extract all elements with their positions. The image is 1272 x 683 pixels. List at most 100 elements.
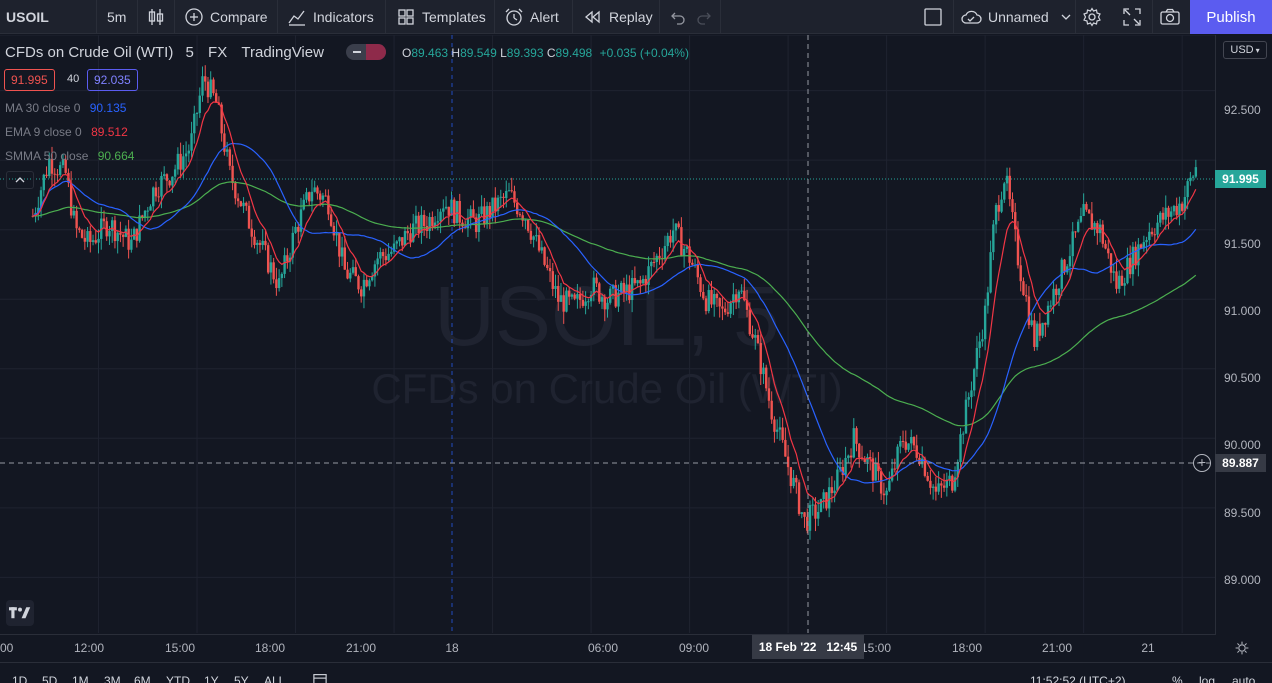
toolbar-divider (953, 0, 954, 34)
add-alert-crosshair-button[interactable]: + (1193, 454, 1211, 472)
chart-pane[interactable]: USOIL, 5 CFDs on Crude Oil (WTI) (0, 35, 1272, 635)
currency-selector[interactable]: USD ▾ (1223, 41, 1267, 59)
candle-body (1153, 234, 1156, 236)
candle-body (225, 149, 229, 152)
layout-save-button[interactable]: Unnamed (960, 0, 1071, 34)
candle-body (1055, 288, 1058, 296)
snapshot-button[interactable] (1159, 0, 1181, 34)
candle-body (428, 217, 431, 232)
candle-body (1159, 212, 1162, 223)
layout-toggle-button[interactable] (923, 0, 943, 34)
candle-body (937, 483, 940, 492)
candle-body (529, 230, 533, 240)
buy-price-button[interactable]: 92.035 (87, 69, 138, 91)
price-chart[interactable]: USOIL, 5 CFDs on Crude Oil (WTI) (0, 35, 1272, 635)
alert-button[interactable]: Alert (504, 0, 559, 34)
range-button-5d[interactable]: 5D (42, 674, 57, 683)
candle-body (1052, 288, 1055, 306)
compare-button[interactable]: Compare (184, 0, 268, 34)
candle-body (264, 240, 267, 246)
templates-button[interactable]: Templates (396, 0, 486, 34)
indicator-ema-label: EMA 9 close 0 (5, 125, 82, 139)
chart-legend: CFDs on Crude Oil (WTI) 5 FX TradingView (5, 44, 324, 61)
chart-type-button[interactable] (146, 0, 166, 34)
toolbar-divider (137, 0, 138, 34)
interval-button[interactable]: 5m (107, 0, 126, 34)
undo-button[interactable] (667, 0, 687, 34)
indicators-button[interactable]: Indicators (287, 0, 374, 34)
range-button-6m[interactable]: 6M (134, 674, 151, 683)
candle-body (510, 190, 513, 192)
chevron-down-icon: ▾ (1255, 45, 1260, 55)
candle-body (444, 206, 448, 209)
candle-body (942, 485, 946, 488)
candle-body (896, 446, 899, 470)
market-status-toggle[interactable] (346, 44, 386, 60)
high-value: 89.549 (460, 46, 497, 60)
fullscreen-button[interactable] (1122, 0, 1142, 34)
candle-body (1019, 265, 1022, 282)
candle-body (343, 247, 346, 270)
range-button-5y[interactable]: 5Y (234, 674, 249, 683)
candle-body (535, 235, 538, 237)
candle-body (340, 247, 344, 257)
candle-body (710, 290, 713, 305)
candle-body (398, 237, 401, 242)
candle-body (992, 224, 995, 253)
goto-date-button[interactable] (313, 672, 329, 683)
redo-button[interactable] (695, 0, 715, 34)
range-button-1y[interactable]: 1Y (204, 674, 219, 683)
range-button-all[interactable]: ALL (264, 674, 285, 683)
candle-body (1022, 281, 1025, 296)
candle-body (201, 76, 204, 96)
candle-body (803, 512, 806, 517)
range-button-ytd[interactable]: YTD (166, 674, 190, 683)
candle-body (1167, 207, 1170, 217)
range-button-1m[interactable]: 1M (72, 674, 89, 683)
candle-body (893, 468, 897, 470)
candle-body (1194, 167, 1198, 177)
candle-body (179, 153, 182, 170)
replay-button[interactable]: Replay (583, 0, 653, 34)
candle-body (329, 214, 333, 226)
indicator-ma[interactable]: MA 30 close 0 90.135 (5, 101, 126, 115)
price-axis[interactable]: USD ▾ (1215, 35, 1272, 635)
indicator-smma[interactable]: SMMA 50 close 90.664 (5, 149, 134, 163)
candle-body (576, 294, 579, 299)
candle-body (56, 174, 59, 176)
candle-body (1186, 181, 1189, 198)
candle-body (713, 293, 716, 305)
candle-body (376, 258, 379, 265)
publish-button[interactable]: Publish (1190, 0, 1272, 34)
collapse-legend-button[interactable] (6, 171, 34, 189)
range-button-3m[interactable]: 3M (104, 674, 121, 683)
candle-body (1085, 204, 1088, 210)
log-scale-toggle[interactable]: log (1199, 674, 1215, 683)
percent-scale-toggle[interactable]: % (1172, 674, 1183, 683)
range-button-1d[interactable]: 1D (12, 674, 27, 683)
indicator-ema[interactable]: EMA 9 close 0 89.512 (5, 125, 128, 139)
chart-settings-button[interactable] (1234, 640, 1252, 658)
sun-gear-icon (1235, 641, 1249, 655)
legend-interval: 5 (185, 44, 194, 61)
candle-body (559, 295, 563, 302)
layout-name: Unnamed (988, 9, 1049, 25)
publish-label: Publish (1206, 8, 1256, 26)
indicator-ema-value: 89.512 (91, 125, 128, 139)
candle-body (513, 191, 516, 203)
candle-body (581, 299, 585, 306)
sell-price-button[interactable]: 91.995 (4, 69, 55, 91)
candle-body (1090, 213, 1094, 230)
candle-body (671, 230, 675, 243)
candle-body (236, 198, 240, 202)
auto-scale-toggle[interactable]: auto (1232, 674, 1255, 683)
candle-body (162, 174, 166, 176)
candle-body (879, 471, 883, 494)
settings-button[interactable] (1082, 0, 1102, 34)
redo-icon (697, 12, 711, 25)
candle-body (521, 215, 524, 221)
symbol-search-button[interactable]: USOIL (6, 0, 49, 34)
candle-body (286, 255, 289, 262)
candle-body (822, 492, 825, 500)
candle-body (351, 267, 355, 273)
